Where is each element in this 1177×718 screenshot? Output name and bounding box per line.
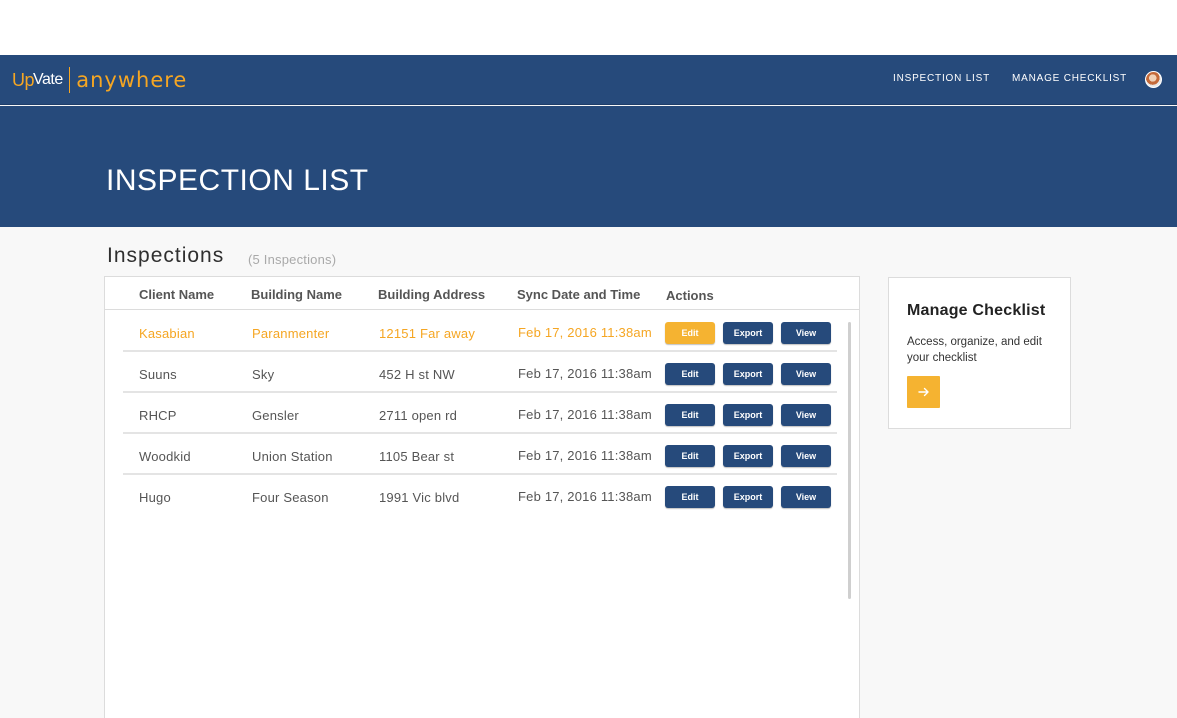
table-row[interactable]: Kasabian Paranmenter 12151 Far away Feb … — [123, 311, 837, 352]
cell-building-address: 452 H st NW — [379, 367, 455, 382]
column-header-client-name: Client Name — [139, 287, 215, 302]
view-button[interactable]: View — [781, 404, 831, 426]
cell-sync-date: Feb 17, 2016 11:38am — [518, 407, 652, 422]
export-button[interactable]: Export — [723, 445, 773, 467]
cell-sync-date: Feb 17, 2016 11:38am — [518, 489, 652, 504]
logo-main: Vate — [33, 71, 63, 88]
cell-client-name: Woodkid — [139, 449, 191, 464]
table-row[interactable]: Woodkid Union Station 1105 Bear st Feb 1… — [123, 434, 837, 475]
cell-building-address: 12151 Far away — [379, 326, 476, 341]
table-header: Client Name Building Name Building Addre… — [105, 277, 859, 310]
export-button[interactable]: Export — [723, 363, 773, 385]
cell-client-name: Hugo — [139, 490, 171, 505]
export-button[interactable]: Export — [723, 322, 773, 344]
top-navbar: Up Vate anywhere INSPECTION LIST MANAGE C… — [0, 55, 1177, 105]
logo-word: anywhere — [76, 68, 188, 92]
logo-mark: Up Vate — [12, 70, 63, 91]
column-header-actions: Actions — [666, 288, 714, 303]
arrow-right-icon — [917, 387, 929, 397]
cell-sync-date: Feb 17, 2016 11:38am — [518, 325, 652, 340]
view-button[interactable]: View — [781, 445, 831, 467]
cell-building-address: 1991 Vic blvd — [379, 490, 460, 505]
column-header-building-address: Building Address — [378, 287, 486, 302]
card-description: Access, organize, and edit your checklis… — [907, 336, 1042, 364]
column-header-building-name: Building Name — [251, 287, 343, 302]
cell-building-name: Gensler — [252, 408, 299, 423]
view-button[interactable]: View — [781, 486, 831, 508]
edit-button[interactable]: Edit — [665, 322, 715, 344]
export-button[interactable]: Export — [723, 486, 773, 508]
manage-checklist-card: Manage Checklist Access, organize, and e… — [888, 277, 1071, 429]
page-top-margin — [0, 0, 1177, 55]
logo-prefix: Up — [12, 69, 35, 90]
card-title: Manage Checklist — [907, 302, 1046, 319]
export-button[interactable]: Export — [723, 404, 773, 426]
cell-client-name: Suuns — [139, 367, 177, 382]
edit-button[interactable]: Edit — [665, 445, 715, 467]
section-title: Inspections — [107, 244, 225, 267]
app-logo[interactable]: Up Vate anywhere — [12, 64, 187, 96]
column-header-sync-date: Sync Date and Time — [517, 287, 641, 302]
edit-button[interactable]: Edit — [665, 404, 715, 426]
nav-inspection-list[interactable]: INSPECTION LIST — [893, 73, 990, 84]
edit-button[interactable]: Edit — [665, 486, 715, 508]
cell-building-name: Four Season — [252, 490, 329, 505]
inspections-table-panel: Client Name Building Name Building Addre… — [104, 276, 860, 718]
cell-building-name: Paranmenter — [252, 326, 330, 341]
view-button[interactable]: View — [781, 322, 831, 344]
cell-sync-date: Feb 17, 2016 11:38am — [518, 448, 652, 463]
cell-building-address: 1105 Bear st — [379, 449, 455, 464]
table-row[interactable]: Hugo Four Season 1991 Vic blvd Feb 17, 2… — [123, 475, 837, 516]
table-row[interactable]: Suuns Sky 452 H st NW Feb 17, 2016 11:38… — [123, 352, 837, 393]
page-hero: INSPECTION LIST — [0, 106, 1177, 227]
cell-sync-date: Feb 17, 2016 11:38am — [518, 366, 652, 381]
table-row[interactable]: RHCP Gensler 2711 open rd Feb 17, 2016 1… — [123, 393, 837, 434]
cell-building-address: 2711 open rd — [379, 408, 458, 423]
table-scrollbar[interactable] — [848, 322, 851, 599]
cell-client-name: Kasabian — [139, 326, 195, 341]
nav-manage-checklist[interactable]: MANAGE CHECKLIST — [1012, 73, 1127, 84]
logo-divider — [68, 67, 71, 93]
page-title: INSPECTION LIST — [106, 164, 369, 197]
cell-client-name: RHCP — [139, 408, 177, 423]
inspection-count: (5 Inspections) — [248, 252, 337, 267]
cell-building-name: Union Station — [252, 449, 333, 464]
view-button[interactable]: View — [781, 363, 831, 385]
edit-button[interactable]: Edit — [665, 363, 715, 385]
user-avatar[interactable] — [1145, 71, 1162, 88]
manage-checklist-button[interactable] — [907, 376, 940, 408]
cell-building-name: Sky — [252, 367, 275, 382]
